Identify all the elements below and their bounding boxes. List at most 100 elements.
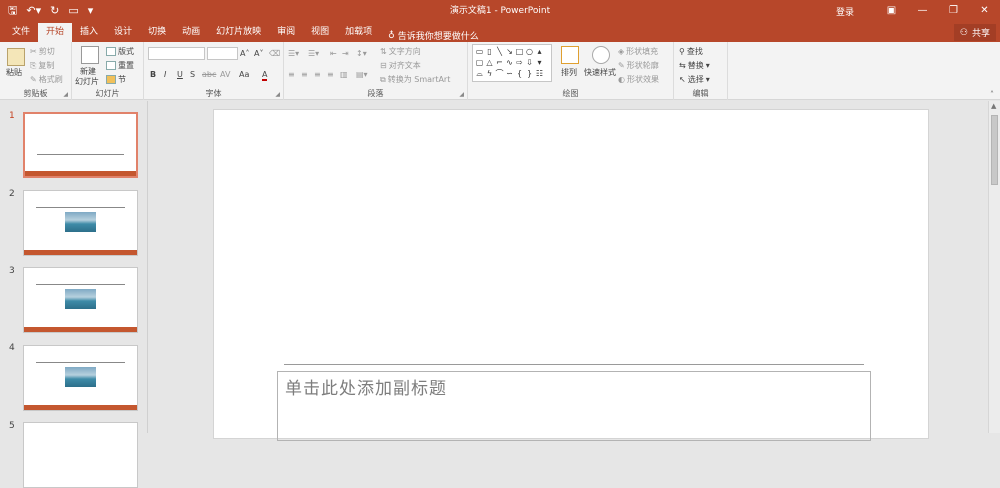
tab-insert[interactable]: 插入 bbox=[72, 22, 106, 42]
text-direction-button[interactable]: ⇅ 文字方向 bbox=[380, 46, 421, 57]
format-painter-button[interactable]: ✎ 格式刷 bbox=[30, 74, 63, 85]
rectangle-shape-icon[interactable]: □ bbox=[515, 47, 524, 57]
tab-animations[interactable]: 动画 bbox=[174, 22, 208, 42]
triangle-shape-icon[interactable]: △ bbox=[485, 58, 494, 68]
align-text-button[interactable]: ⊟ 对齐文本 bbox=[380, 60, 421, 71]
slide-thumbnail[interactable] bbox=[23, 422, 138, 488]
textbox-shape-icon[interactable]: ▭ bbox=[475, 47, 484, 57]
slide-canvas[interactable]: 单击此处添加副标题 bbox=[213, 109, 929, 441]
elbow-shape-icon[interactable]: ⌐ bbox=[495, 58, 504, 68]
oval-shape-icon[interactable]: ○ bbox=[525, 47, 534, 57]
italic-button[interactable]: I bbox=[164, 70, 166, 79]
smartart-button[interactable]: ⧉ 转换为 SmartArt bbox=[380, 74, 450, 85]
subtitle-placeholder[interactable]: 单击此处添加副标题 bbox=[277, 371, 871, 441]
line-shape-icon[interactable]: ╲ bbox=[495, 47, 504, 57]
scrollbar-thumb[interactable] bbox=[991, 115, 998, 185]
align-right-icon[interactable]: ≡ bbox=[314, 70, 321, 79]
align-left-icon[interactable]: ≡ bbox=[288, 70, 295, 79]
columns-icon[interactable]: ▤▾ bbox=[356, 70, 368, 79]
align-center-icon[interactable]: ≡ bbox=[301, 70, 308, 79]
paragraph-launcher-icon[interactable]: ◢ bbox=[459, 91, 464, 98]
numbering-icon[interactable]: ☰▾ bbox=[308, 49, 319, 58]
line-spacing-icon[interactable]: ↕▾ bbox=[356, 49, 367, 58]
bold-button[interactable]: B bbox=[150, 70, 156, 79]
clear-format-icon[interactable]: ⌫ bbox=[269, 49, 280, 58]
tab-design[interactable]: 设计 bbox=[106, 22, 140, 42]
arrange-icon[interactable] bbox=[561, 46, 579, 64]
slide-thumbnail[interactable] bbox=[23, 190, 138, 256]
paste-icon[interactable] bbox=[7, 48, 25, 66]
shape-effects-button[interactable]: ◐ 形状效果 bbox=[618, 74, 659, 85]
change-case-button[interactable]: Aa bbox=[239, 70, 249, 79]
underline-button[interactable]: U bbox=[177, 70, 183, 79]
char-spacing-button[interactable]: AV bbox=[220, 70, 230, 79]
more-shapes-icon[interactable]: ☷ bbox=[535, 69, 544, 79]
arrange-button[interactable]: 排列 bbox=[561, 67, 577, 78]
present-icon[interactable]: ▭ bbox=[68, 3, 78, 19]
tab-home[interactable]: 开始 bbox=[38, 23, 73, 42]
shrink-font-icon[interactable]: A˅ bbox=[254, 49, 263, 58]
slide-thumbnail[interactable] bbox=[23, 267, 138, 333]
arc-shape-icon[interactable]: ⌒ bbox=[495, 69, 504, 79]
grow-font-icon[interactable]: A˄ bbox=[240, 49, 249, 58]
right-arrow-shape-icon[interactable]: ⇨ bbox=[515, 58, 524, 68]
tab-review[interactable]: 审阅 bbox=[269, 22, 303, 42]
scroll-up-icon[interactable]: ▴ bbox=[535, 47, 544, 57]
select-button[interactable]: ↖ 选择 ▾ bbox=[679, 74, 710, 85]
font-color-button[interactable]: A bbox=[262, 70, 268, 81]
reset-button[interactable]: 重置 bbox=[106, 60, 134, 71]
paste-button[interactable]: 粘贴 bbox=[6, 67, 22, 78]
dialog-launcher-icon[interactable]: ◢ bbox=[63, 91, 68, 98]
new-slide-label-2[interactable]: 幻灯片 bbox=[75, 76, 99, 87]
layout-button[interactable]: 版式 bbox=[106, 46, 134, 57]
copy-button[interactable]: ⎘ 复制 bbox=[30, 60, 54, 71]
ribbon-display-options-icon[interactable]: ▣ bbox=[876, 0, 907, 22]
tab-slideshow[interactable]: 幻灯片放映 bbox=[208, 22, 269, 42]
minimize-icon[interactable]: — bbox=[907, 0, 938, 22]
arrow-line-shape-icon[interactable]: ↘ bbox=[505, 47, 514, 57]
vertical-scrollbar[interactable]: ▲ bbox=[988, 101, 1000, 433]
new-slide-icon[interactable] bbox=[81, 46, 99, 64]
tab-file[interactable]: 文件 bbox=[4, 22, 38, 42]
quick-styles-icon[interactable] bbox=[592, 46, 610, 64]
strikethrough-button[interactable]: abc bbox=[202, 70, 216, 79]
shape-gallery[interactable]: ▭ ▯ ╲ ↘ □ ○ ▴ ▢ △ ⌐ ∿ ⇨ ⇩ ▾ ⌓ ϟ ⌒ ∽ { } … bbox=[472, 44, 552, 82]
customize-icon[interactable]: ▾ bbox=[88, 3, 94, 19]
connector-shape-icon[interactable]: ϟ bbox=[485, 69, 494, 79]
shape-fill-button[interactable]: ◈ 形状填充 bbox=[618, 46, 658, 57]
font-name-combo[interactable] bbox=[148, 47, 205, 60]
close-icon[interactable]: ✕ bbox=[969, 0, 1000, 22]
font-launcher-icon[interactable]: ◢ bbox=[275, 91, 280, 98]
quick-styles-button[interactable]: 快速样式 bbox=[584, 67, 616, 78]
tab-transitions[interactable]: 切换 bbox=[140, 22, 174, 42]
brace-right-shape-icon[interactable]: } bbox=[525, 69, 534, 79]
find-button[interactable]: ⚲ 查找 bbox=[679, 46, 703, 57]
sign-in-link[interactable]: 登录 bbox=[836, 5, 854, 18]
save-icon[interactable]: 🖫 bbox=[8, 3, 17, 19]
tell-me-box[interactable]: ♁ 告诉我你想要做什么 bbox=[380, 29, 479, 43]
tab-addins[interactable]: 加载项 bbox=[337, 22, 380, 42]
rounded-rect-shape-icon[interactable]: ▢ bbox=[475, 58, 484, 68]
redo-icon[interactable]: ↻ bbox=[50, 3, 59, 19]
restore-icon[interactable]: ❐ bbox=[938, 0, 969, 22]
distributed-icon[interactable]: ▥ bbox=[340, 70, 348, 79]
curve-shape-icon[interactable]: ∿ bbox=[505, 58, 514, 68]
section-button[interactable]: 节 bbox=[106, 74, 126, 85]
replace-button[interactable]: ⇆ 替换 ▾ bbox=[679, 60, 710, 71]
vertical-textbox-shape-icon[interactable]: ▯ bbox=[485, 47, 494, 57]
share-button[interactable]: ⚇ 共享 bbox=[953, 24, 996, 41]
slide-thumbnail[interactable] bbox=[23, 345, 138, 411]
tab-view[interactable]: 视图 bbox=[303, 22, 337, 42]
collapse-ribbon-icon[interactable]: ˄ bbox=[990, 90, 994, 99]
undo-icon[interactable]: ↶▾ bbox=[26, 3, 41, 19]
brace-left-shape-icon[interactable]: { bbox=[515, 69, 524, 79]
increase-indent-icon[interactable]: ⇥ bbox=[342, 49, 349, 58]
scroll-up-arrow-icon[interactable]: ▲ bbox=[991, 102, 996, 110]
bullets-icon[interactable]: ☰▾ bbox=[288, 49, 299, 58]
decrease-indent-icon[interactable]: ⇤ bbox=[330, 49, 337, 58]
freeform-shape-icon[interactable]: ⌓ bbox=[475, 69, 484, 79]
font-size-combo[interactable] bbox=[207, 47, 238, 60]
shape-outline-button[interactable]: ✎ 形状轮廓 bbox=[618, 60, 659, 71]
justify-icon[interactable]: ≡ bbox=[327, 70, 334, 79]
slide-thumbnails-pane[interactable]: 1 2 3 4 5 bbox=[0, 101, 148, 488]
